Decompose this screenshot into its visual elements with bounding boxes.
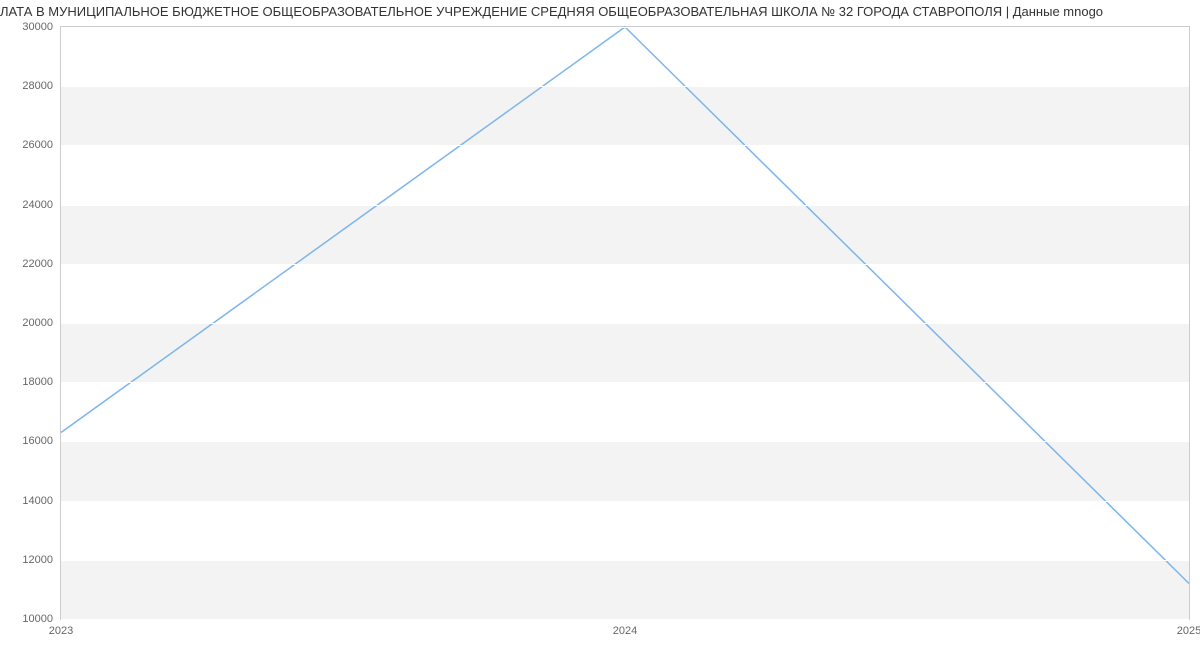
- plot-area: 1000012000140001600018000200002200024000…: [60, 26, 1190, 620]
- y-tick-label: 20000: [22, 317, 53, 329]
- x-tick-label: 2024: [613, 625, 637, 637]
- x-tick-label: 2023: [49, 625, 73, 637]
- y-tick-label: 16000: [22, 435, 53, 447]
- y-tick-label: 26000: [22, 139, 53, 151]
- gridline: [61, 323, 1189, 324]
- x-tick-label: 2025: [1177, 625, 1200, 637]
- gridline: [61, 145, 1189, 146]
- y-tick-label: 28000: [22, 80, 53, 92]
- gridline: [61, 560, 1189, 561]
- y-tick-label: 22000: [22, 258, 53, 270]
- y-tick-label: 24000: [22, 199, 53, 211]
- chart-container: ЛАТА В МУНИЦИПАЛЬНОЕ БЮДЖЕТНОЕ ОБЩЕОБРАЗ…: [0, 0, 1200, 650]
- y-tick-label: 10000: [22, 613, 53, 625]
- y-tick-label: 30000: [22, 21, 53, 33]
- chart-title: ЛАТА В МУНИЦИПАЛЬНОЕ БЮДЖЕТНОЕ ОБЩЕОБРАЗ…: [0, 4, 1200, 19]
- gridline: [61, 441, 1189, 442]
- y-tick-label: 12000: [22, 554, 53, 566]
- gridline: [61, 619, 1189, 620]
- gridline: [61, 27, 1189, 28]
- gridline: [61, 264, 1189, 265]
- gridline: [61, 86, 1189, 87]
- gridline: [61, 382, 1189, 383]
- y-tick-label: 14000: [22, 495, 53, 507]
- y-tick-label: 18000: [22, 376, 53, 388]
- gridline: [61, 205, 1189, 206]
- gridline: [61, 501, 1189, 502]
